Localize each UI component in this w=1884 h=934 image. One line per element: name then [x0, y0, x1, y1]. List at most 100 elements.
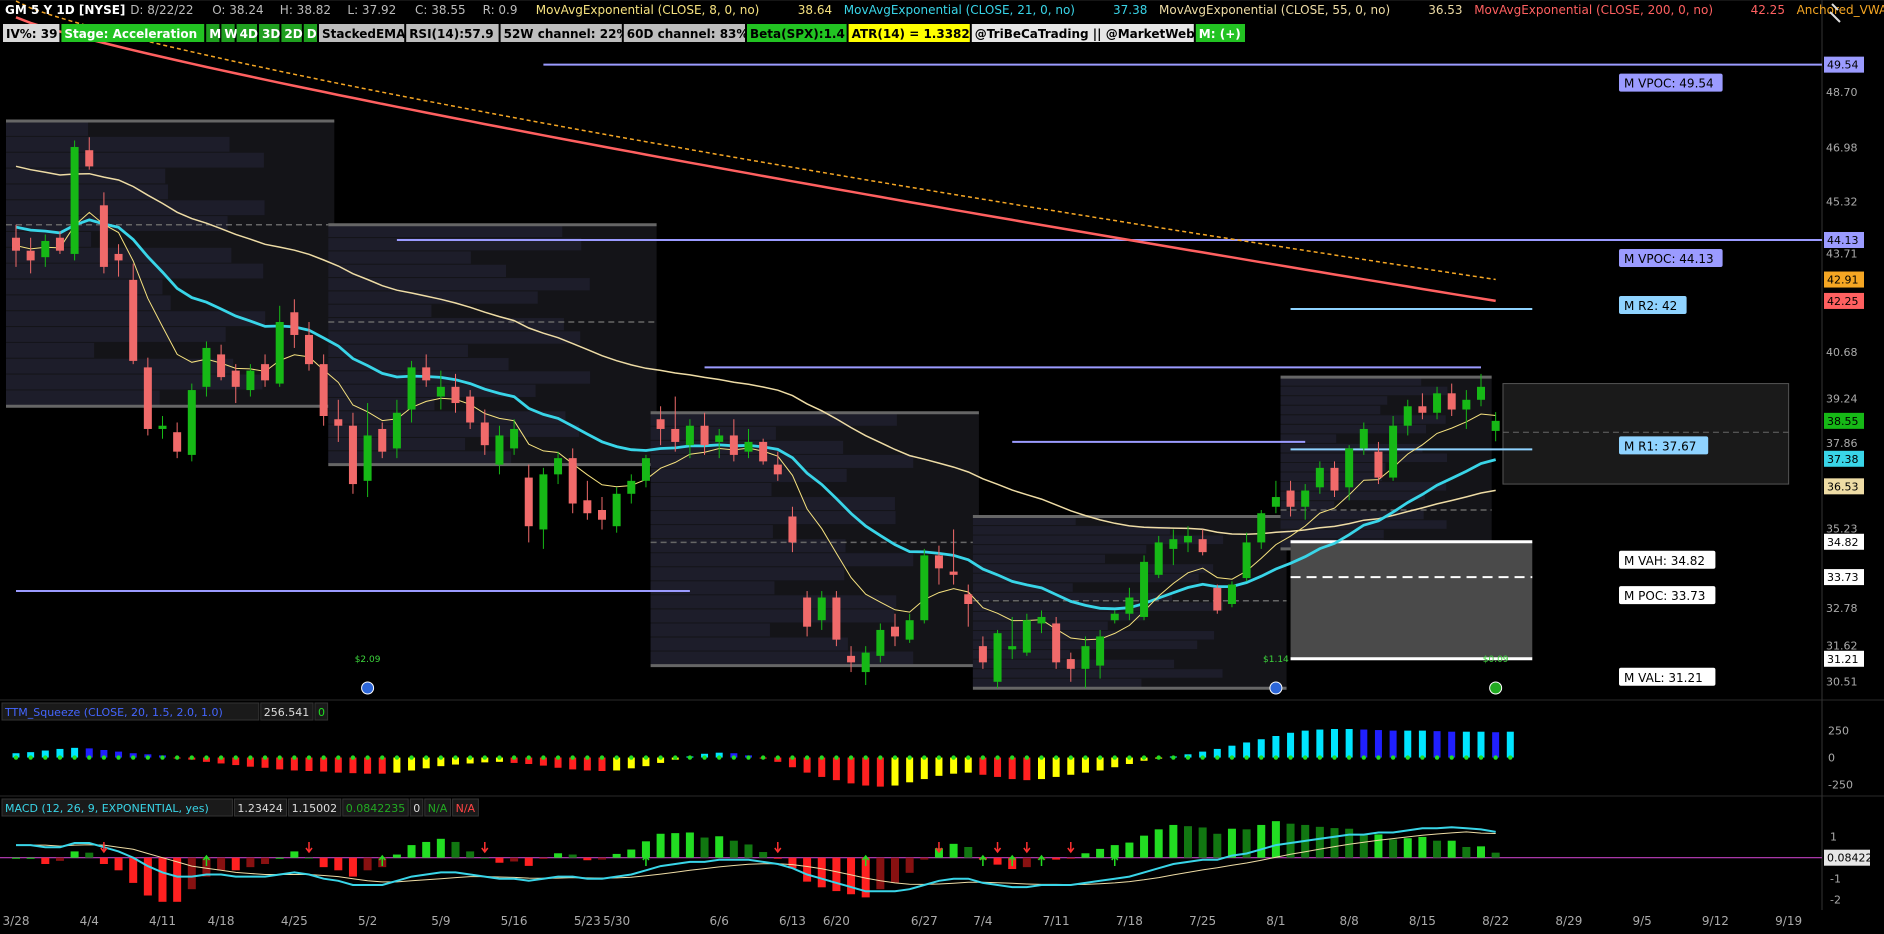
candle-body[interactable] [378, 428, 387, 452]
candle-body[interactable] [1345, 448, 1354, 488]
candle-body[interactable] [1052, 623, 1061, 663]
candle-body[interactable] [803, 597, 812, 627]
candle-body[interactable] [1096, 636, 1105, 666]
candle-body[interactable] [290, 312, 299, 335]
candle-body[interactable] [847, 655, 856, 663]
candle-body[interactable] [1271, 497, 1280, 507]
candle-body[interactable] [978, 646, 987, 663]
candle-body[interactable] [231, 370, 240, 387]
candle-body[interactable] [656, 419, 665, 429]
candle-body[interactable] [1110, 613, 1119, 621]
candle-body[interactable] [261, 364, 270, 381]
candle-body[interactable] [187, 390, 196, 455]
dividend-icon[interactable] [1489, 681, 1503, 695]
candle-body[interactable] [466, 396, 475, 423]
candle-body[interactable] [1433, 393, 1442, 413]
candle-body[interactable] [1140, 561, 1149, 617]
candle-body[interactable] [598, 510, 606, 520]
candle-body[interactable] [627, 480, 636, 494]
candle-body[interactable] [685, 425, 694, 446]
candle-body[interactable] [158, 425, 167, 429]
candle-body[interactable] [993, 633, 1002, 682]
candle-body[interactable] [1184, 535, 1192, 543]
candle-body[interactable] [759, 441, 768, 462]
candle-body[interactable] [773, 464, 782, 475]
candle-body[interactable] [1227, 584, 1236, 604]
candle-body[interactable] [861, 652, 870, 673]
candle-body[interactable] [85, 150, 94, 167]
candle-body[interactable] [876, 629, 885, 656]
candle-body[interactable] [363, 435, 372, 481]
candle-body[interactable] [480, 422, 489, 446]
candle-body[interactable] [334, 419, 343, 426]
candle-body[interactable] [319, 364, 328, 416]
chart-canvas[interactable]: $2.09 $1.14 $0.09 M VPOC: 49.54 M VPOC: 44.1… [0, 0, 1884, 934]
candle-body[interactable] [568, 458, 577, 504]
candle-body[interactable] [817, 597, 826, 621]
candle-body[interactable] [275, 322, 284, 384]
candle-body[interactable] [949, 571, 958, 575]
candle-body[interactable] [641, 458, 650, 481]
candle-body[interactable] [1257, 513, 1266, 543]
candle-body[interactable] [143, 367, 152, 429]
candle-body[interactable] [832, 597, 841, 640]
candle-body[interactable] [510, 428, 519, 449]
candle-body[interactable] [70, 146, 79, 254]
candle-body[interactable] [612, 493, 621, 527]
candle-body[interactable] [55, 237, 64, 251]
candle-body[interactable] [1066, 659, 1075, 669]
candle-body[interactable] [451, 386, 460, 404]
candle-body[interactable] [1447, 393, 1456, 410]
candle-body[interactable] [905, 620, 914, 640]
candle-body[interactable] [1286, 490, 1295, 507]
candle-body[interactable] [26, 250, 35, 261]
candle-body[interactable] [1389, 425, 1398, 478]
candle-body[interactable] [348, 425, 357, 485]
candle-body[interactable] [1315, 467, 1324, 488]
candle-body[interactable] [729, 435, 738, 455]
candle-body[interactable] [1374, 451, 1383, 478]
candle-body[interactable] [1359, 428, 1368, 449]
candle-body[interactable] [392, 412, 401, 449]
candle-body[interactable] [41, 240, 50, 258]
candle-body[interactable] [1213, 587, 1222, 611]
candle-body[interactable] [554, 458, 563, 475]
candle-body[interactable] [934, 555, 943, 569]
candle-body[interactable] [422, 367, 431, 381]
candle-body[interactable] [1169, 539, 1178, 549]
candle-body[interactable] [1242, 542, 1251, 579]
candle-body[interactable] [1330, 467, 1339, 491]
candle-body[interactable] [920, 555, 929, 621]
dividend-icon[interactable] [1269, 681, 1283, 695]
candle-body[interactable] [495, 435, 504, 465]
candle-body[interactable] [1301, 490, 1310, 507]
candle-body[interactable] [202, 347, 211, 387]
candle-body[interactable] [1403, 406, 1412, 426]
candle-body[interactable] [1037, 616, 1046, 624]
candle-body[interactable] [1198, 539, 1207, 553]
candle-body[interactable] [436, 386, 445, 397]
candle-body[interactable] [1462, 399, 1471, 410]
candle-body[interactable] [1154, 542, 1163, 575]
candle-body[interactable] [524, 477, 533, 527]
candle-body[interactable] [539, 474, 548, 530]
candle-body[interactable] [1022, 620, 1031, 653]
candle-body[interactable] [114, 253, 123, 261]
candle-body[interactable] [1418, 406, 1427, 413]
candle-body[interactable] [744, 441, 753, 452]
candle-body[interactable] [583, 500, 592, 514]
candle-body[interactable] [671, 428, 680, 442]
candle-body[interactable] [173, 432, 182, 452]
candle-body[interactable] [99, 205, 108, 267]
candle-body[interactable] [1491, 420, 1500, 431]
candle-body[interactable] [1477, 386, 1485, 400]
candle-body[interactable] [964, 594, 973, 604]
candle-body[interactable] [246, 370, 255, 391]
dividend-icon[interactable] [361, 681, 375, 695]
candle-body[interactable] [700, 425, 709, 446]
candle-body[interactable] [1008, 646, 1017, 650]
candle-body[interactable] [217, 354, 226, 378]
candle-body[interactable] [305, 334, 313, 365]
candle-body[interactable] [788, 516, 797, 543]
candle-body[interactable] [715, 435, 724, 442]
